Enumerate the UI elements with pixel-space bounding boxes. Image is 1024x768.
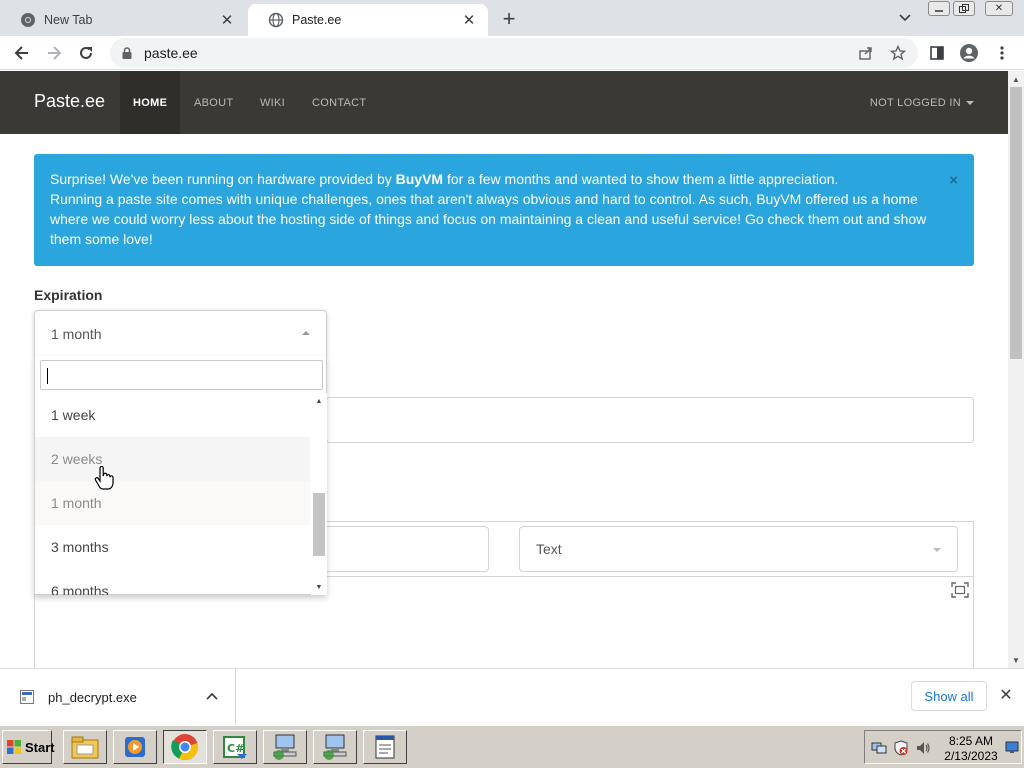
start-label: Start [25,739,55,755]
expiration-dropdown: 1 week 2 weeks 1 month 3 months 6 months… [34,356,327,595]
network-status-icon[interactable] [871,740,887,756]
security-alert-icon[interactable] [893,740,909,756]
dropdown-search-input[interactable] [40,360,323,390]
option-6-months[interactable]: 6 months [35,569,310,595]
announcement-alert: Surprise! We've been running on hardware… [34,154,974,266]
close-window-button[interactable]: ✕ [985,1,1013,16]
chrome-taskbar-icon[interactable] [163,730,207,764]
tab-new-tab[interactable]: New Tab ✕ [0,4,246,36]
scroll-up-arrow-icon[interactable]: ▲ [1008,71,1024,87]
download-filename: ph_decrypt.exe [48,689,137,705]
tab-search-chevron-icon[interactable] [893,8,917,28]
browser-tabstrip: New Tab ✕ Paste.ee ✕ + ✕ [0,0,1024,36]
url-text: paste.ee [144,45,198,61]
caret-down-icon [966,100,974,105]
profile-avatar-icon[interactable] [959,43,979,63]
show-desktop-icon[interactable] [1005,740,1021,756]
media-player-icon[interactable] [113,730,157,764]
forward-arrow-icon[interactable] [42,41,66,65]
scroll-up-arrow-icon[interactable]: ▲ [311,395,327,407]
scrollbar-thumb[interactable] [313,493,325,556]
expiration-value: 1 month [51,325,102,342]
expiration-label: Expiration [34,287,103,303]
paste-name-input[interactable] [326,526,489,572]
side-panel-icon[interactable] [927,43,947,63]
tab-title: Paste.ee [292,13,342,27]
taskbar: Start C# 8:25 AM 2/13/2023 [0,725,1024,768]
clock-date: 2/13/2023 [944,749,998,763]
description-input[interactable] [326,397,974,443]
alert-close-icon[interactable]: × [949,171,958,191]
close-tab-icon[interactable]: ✕ [218,11,236,29]
network-computer-icon[interactable] [313,730,357,764]
svg-text:C#: C# [227,742,244,755]
kebab-menu-icon[interactable] [992,43,1012,63]
login-dropdown[interactable]: NOT LOGGED IN [870,71,974,134]
new-tab-button[interactable]: + [496,6,522,32]
dropdown-scrollbar[interactable]: ▲ ▼ [311,393,327,595]
minimize-window-button[interactable] [928,1,950,16]
clock-time: 8:25 AM [948,734,994,748]
option-3-months[interactable]: 3 months [35,525,310,569]
network-computer-icon[interactable] [263,730,307,764]
alert-line-1: Surprise! We've been running on hardware… [50,171,839,187]
close-downloads-icon[interactable]: ✕ [998,687,1014,704]
downloads-bar: ph_decrypt.exe Show all ✕ [0,668,1024,725]
chevron-up-icon[interactable] [205,689,219,703]
expiration-select[interactable]: 1 month [34,310,327,357]
exe-file-icon [20,690,34,704]
tab-paste-ee[interactable]: Paste.ee ✕ [248,4,488,36]
nav-contact[interactable]: CONTACT [299,71,379,134]
address-bar[interactable]: paste.ee [110,38,918,68]
browser-toolbar: paste.ee [0,36,1024,70]
scrollbar-thumb[interactable] [1010,87,1022,359]
hand-pointer-icon [93,465,115,492]
chrome-icon [20,12,36,28]
site-brand[interactable]: Paste.ee [34,91,105,112]
reload-icon[interactable] [74,41,98,65]
tab-title: New Tab [44,13,93,27]
bookmark-star-icon[interactable] [888,43,908,63]
caret-up-icon [302,331,310,335]
back-arrow-icon[interactable] [10,41,34,65]
dropdown-options: 1 week 2 weeks 1 month 3 months 6 months [35,393,310,595]
nav-home[interactable]: HOME [120,71,181,134]
fullscreen-icon[interactable] [951,582,969,598]
share-icon[interactable] [856,43,876,63]
page-viewport: Paste.ee HOME ABOUT WIKI CONTACT NOT LOG… [0,71,1008,668]
text-cursor [47,368,48,384]
option-1-month[interactable]: 1 month [35,481,310,525]
option-1-week[interactable]: 1 week [35,393,310,437]
option-2-weeks[interactable]: 2 weeks [35,437,310,481]
csharp-ide-icon[interactable]: C# [213,730,257,764]
alert-brand: BuyVM [395,171,444,187]
nav-wiki[interactable]: WIKI [247,71,298,134]
alert-body: Running a paste site comes with unique c… [50,191,927,247]
globe-icon [268,12,284,28]
taskbar-clock[interactable]: 8:25 AM 2/13/2023 [939,734,1003,764]
page-scrollbar[interactable]: ▲ ▼ [1008,71,1024,668]
site-navbar: Paste.ee HOME ABOUT WIKI CONTACT NOT LOG… [0,71,1008,134]
scroll-down-arrow-icon[interactable]: ▼ [1008,652,1024,668]
file-explorer-icon[interactable] [63,730,107,764]
caret-down-icon [933,548,941,552]
syntax-select[interactable]: Text [519,526,958,572]
download-item[interactable]: ph_decrypt.exe [0,669,236,725]
show-all-button[interactable]: Show all [911,681,987,711]
syntax-value: Text [536,541,562,557]
windows-flag-icon [6,739,22,755]
scroll-down-arrow-icon[interactable]: ▼ [311,581,327,593]
notepad-icon[interactable] [363,730,407,764]
system-tray: 8:25 AM 2/13/2023 [864,730,1022,764]
login-label: NOT LOGGED IN [869,96,961,109]
lock-icon[interactable] [120,46,134,60]
restore-window-button[interactable] [953,1,975,16]
volume-icon[interactable] [915,740,931,756]
close-tab-icon[interactable]: ✕ [460,11,478,29]
start-button[interactable]: Start [2,730,55,764]
nav-about[interactable]: ABOUT [181,71,246,134]
